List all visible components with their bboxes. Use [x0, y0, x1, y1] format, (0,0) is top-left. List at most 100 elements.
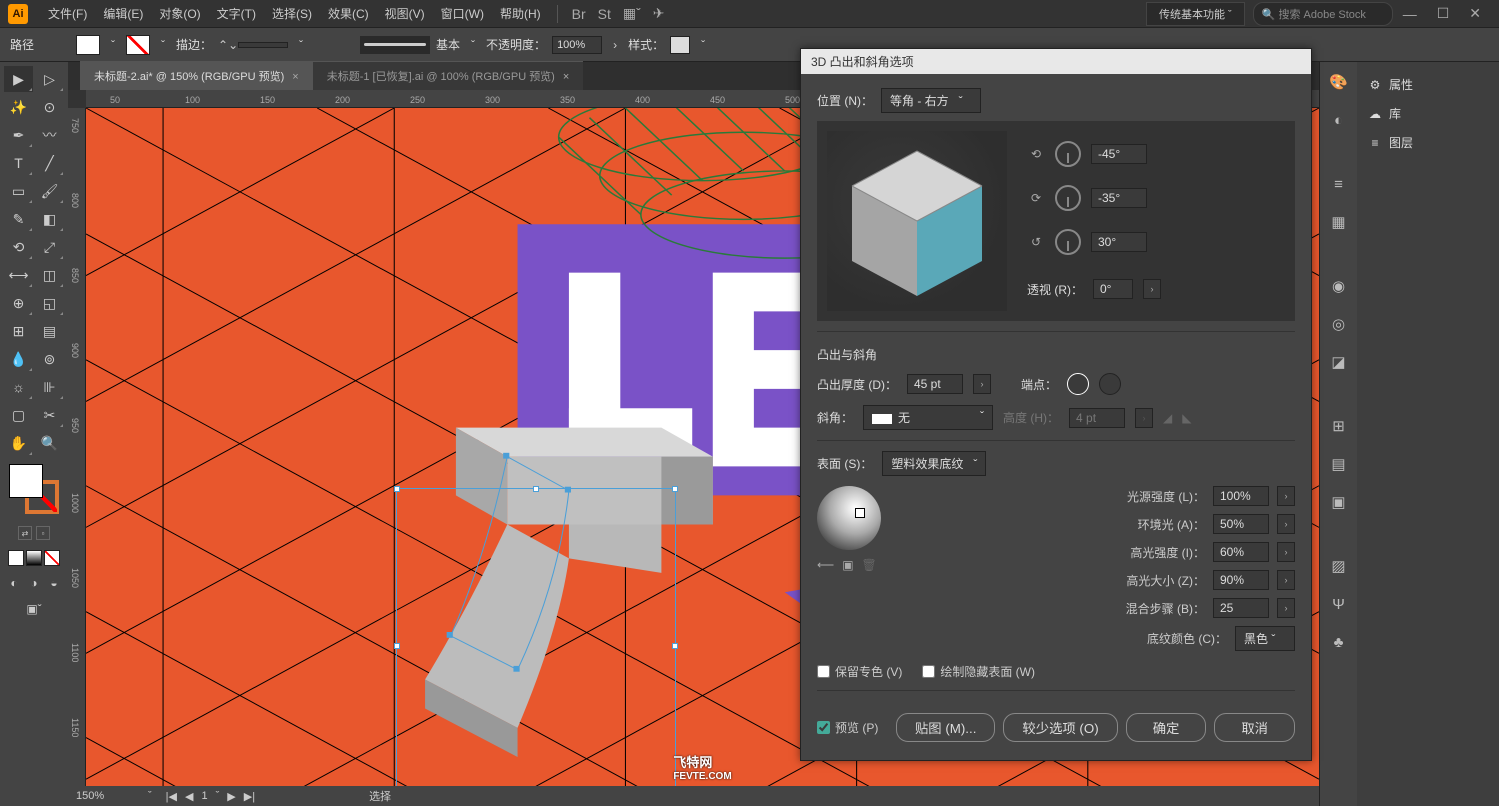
z-angle-dial[interactable]	[1055, 229, 1081, 255]
color-mode-none[interactable]	[44, 550, 60, 566]
preserve-spot-checkbox[interactable]: 保留专色 (V)	[817, 663, 902, 680]
ambient-input[interactable]: 50%	[1213, 514, 1269, 534]
stepper[interactable]: ›	[1277, 486, 1295, 506]
blend-steps-input[interactable]: 25	[1213, 598, 1269, 618]
preview-checkbox[interactable]: 预览 (P)	[817, 719, 878, 736]
window-close[interactable]: ✕	[1459, 5, 1491, 22]
nav-last-icon[interactable]: ▶|	[242, 790, 257, 803]
hand-tool[interactable]: ✋	[4, 430, 33, 456]
misc-panel-icon[interactable]: ♣	[1327, 630, 1351, 654]
position-select[interactable]: 等角 - 右方 ˇ	[881, 88, 981, 113]
scale-tool[interactable]: ⤢	[35, 234, 64, 260]
light-delete-icon[interactable]: 🗑	[862, 558, 877, 572]
workspace-switcher[interactable]: 传统基本功能 ˇ	[1146, 2, 1245, 26]
y-angle-input[interactable]: -35°	[1091, 188, 1147, 208]
paintbrush-tool[interactable]: 🖌	[35, 178, 64, 204]
light-new-icon[interactable]: ▣	[842, 558, 853, 572]
cube-rotation-preview[interactable]	[827, 131, 1007, 311]
transform-panel-icon[interactable]: ⊞	[1327, 414, 1351, 438]
artboard-number[interactable]: 1	[199, 790, 209, 803]
gradient-panel-icon[interactable]: ▦	[1327, 210, 1351, 234]
line-tool[interactable]: ╱	[35, 150, 64, 176]
gpu-icon[interactable]: ✈	[647, 5, 671, 22]
type-tool[interactable]: T	[4, 150, 33, 176]
fill-dropdown-icon[interactable]: ˇ	[106, 38, 120, 52]
highlight-intensity-input[interactable]: 60%	[1213, 542, 1269, 562]
nav-prev-icon[interactable]: ◀	[183, 790, 195, 803]
rectangle-tool[interactable]: ▭	[4, 178, 33, 204]
stroke-panel-icon[interactable]: ≡	[1327, 172, 1351, 196]
nav-first-icon[interactable]: |◀	[164, 790, 179, 803]
stepper[interactable]: ›	[1277, 570, 1295, 590]
slice-tool[interactable]: ✂	[35, 402, 64, 428]
menu-type[interactable]: 文字(T)	[209, 5, 264, 22]
selection-handle[interactable]	[672, 643, 678, 649]
surface-select[interactable]: 塑料效果底纹 ˇ	[882, 451, 986, 476]
color-panel-icon[interactable]: 🎨	[1327, 70, 1351, 94]
fill-color-box[interactable]	[9, 464, 43, 498]
light-handle[interactable]	[855, 508, 865, 518]
style-swatch[interactable]	[670, 36, 690, 54]
brush-preview[interactable]	[360, 36, 430, 54]
zoom-dropdown-icon[interactable]: ˇ	[148, 790, 152, 802]
selection-handle[interactable]	[394, 643, 400, 649]
nav-next-icon[interactable]: ▶	[225, 790, 237, 803]
close-tab-icon[interactable]: ×	[563, 71, 569, 83]
draw-hidden-checkbox[interactable]: 绘制隐藏表面 (W)	[922, 663, 1035, 680]
style-dd-icon[interactable]: ˇ	[696, 38, 710, 52]
highlight-size-input[interactable]: 90%	[1213, 570, 1269, 590]
brush-dd-icon[interactable]: ˇ	[466, 38, 480, 52]
panel-layers[interactable]: ≡图层	[1357, 128, 1499, 157]
draw-normal-icon[interactable]: ◐	[5, 574, 23, 592]
lasso-tool[interactable]: ⊙	[35, 94, 64, 120]
shape-builder-tool[interactable]: ⊕	[4, 290, 33, 316]
stock-icon[interactable]: St	[592, 6, 617, 22]
opacity-input[interactable]: 100%	[552, 36, 602, 54]
y-angle-dial[interactable]	[1055, 185, 1081, 211]
fill-stroke-control[interactable]	[9, 464, 59, 514]
light-back-icon[interactable]: ⟵	[817, 558, 834, 572]
menu-file[interactable]: 文件(F)	[40, 5, 95, 22]
bridge-icon[interactable]: Br	[566, 6, 592, 22]
perspective-tool[interactable]: ◱	[35, 290, 64, 316]
symbol-sprayer-tool[interactable]: ☼	[4, 374, 33, 400]
brushes-panel-icon[interactable]: ▨	[1327, 554, 1351, 578]
menu-window[interactable]: 窗口(W)	[433, 5, 492, 22]
map-art-button[interactable]: 贴图 (M)...	[896, 713, 995, 742]
width-tool[interactable]: ⟷	[4, 262, 33, 288]
cap-off-button[interactable]	[1099, 373, 1121, 395]
window-maximize[interactable]: ☐	[1427, 5, 1460, 22]
default-fill-stroke-icon[interactable]: ▫	[36, 526, 50, 540]
menu-object[interactable]: 对象(O)	[151, 5, 208, 22]
menu-effect[interactable]: 效果(C)	[320, 5, 377, 22]
x-angle-input[interactable]: -45°	[1091, 144, 1147, 164]
magic-wand-tool[interactable]: ✨	[4, 94, 33, 120]
panel-properties[interactable]: ⚙属性	[1357, 70, 1499, 99]
appearance-panel-icon[interactable]: ◎	[1327, 312, 1351, 336]
selection-bounding-box[interactable]	[396, 488, 676, 786]
blend-tool[interactable]: ⊚	[35, 346, 64, 372]
panel-library[interactable]: ☁库	[1357, 99, 1499, 128]
align-panel-icon[interactable]: ▤	[1327, 452, 1351, 476]
nav-dd-icon[interactable]: ˇ	[214, 790, 222, 803]
gradient-tool[interactable]: ▤	[35, 318, 64, 344]
extrude-stepper[interactable]: ›	[973, 374, 991, 394]
artboard-tool[interactable]: ▢	[4, 402, 33, 428]
color-mode-solid[interactable]	[8, 550, 24, 566]
document-tab-1[interactable]: 未标题-2.ai* @ 150% (RGB/GPU 预览)×	[80, 61, 313, 90]
menu-view[interactable]: 视图(V)	[377, 5, 433, 22]
screen-mode-icon[interactable]: ▣ˇ	[25, 600, 43, 618]
opacity-stepper-icon[interactable]: ›	[608, 38, 622, 52]
stroke-dropdown-icon[interactable]: ˇ	[156, 38, 170, 52]
light-preview[interactable]	[817, 486, 881, 550]
shaper-tool[interactable]: ✎	[4, 206, 33, 232]
rotate-tool[interactable]: ⟲	[4, 234, 33, 260]
menu-edit[interactable]: 编辑(E)	[95, 5, 151, 22]
selection-handle[interactable]	[672, 486, 678, 492]
x-angle-dial[interactable]	[1055, 141, 1081, 167]
z-angle-input[interactable]: 30°	[1091, 232, 1147, 252]
arrange-icon[interactable]: ▦ˇ	[617, 5, 647, 22]
window-minimize[interactable]: —	[1393, 6, 1427, 22]
ok-button[interactable]: 确定	[1126, 713, 1207, 742]
pen-tool[interactable]: ✒	[4, 122, 33, 148]
